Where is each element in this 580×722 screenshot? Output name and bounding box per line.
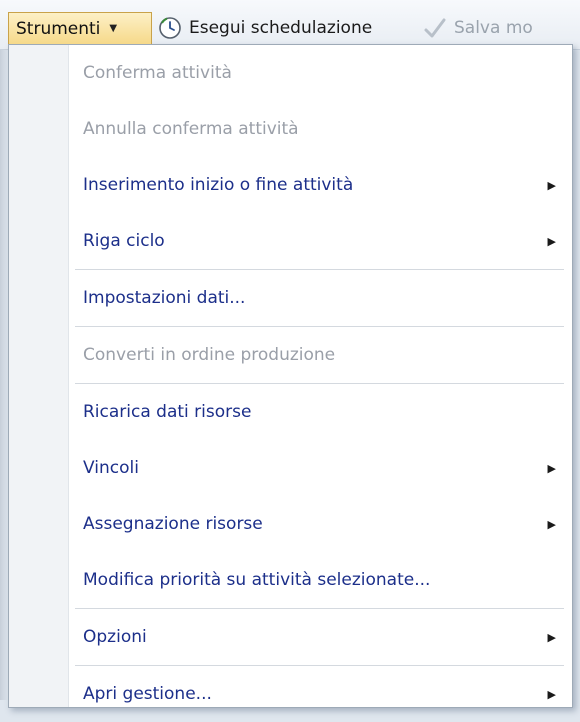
- submenu-arrow-icon: ▶: [547, 234, 556, 248]
- submenu-arrow-icon: ▶: [547, 461, 556, 475]
- menu-item-label: Inserimento inizio o fine attività: [83, 175, 354, 195]
- menu-item-opzioni[interactable]: Opzioni ▶: [9, 609, 572, 665]
- run-schedule-button[interactable]: Esegui schedulazione: [158, 12, 372, 44]
- menu-item-label: Ricarica dati risorse: [83, 402, 252, 422]
- menu-item-label: Conferma attività: [83, 63, 232, 83]
- menu-item-apri-gestione[interactable]: Apri gestione... ▶: [9, 666, 572, 722]
- menu-item-inserimento-inizio-fine[interactable]: Inserimento inizio o fine attività ▶: [9, 157, 572, 213]
- run-schedule-label: Esegui schedulazione: [189, 18, 373, 38]
- dropdown-arrow-icon: ▼: [109, 23, 118, 34]
- clock-icon: [158, 16, 182, 40]
- menu-item-label: Vincoli: [83, 458, 139, 478]
- menu-item-label: Modifica priorità su attività selezionat…: [83, 570, 431, 590]
- save-button[interactable]: Salva mo: [423, 12, 533, 44]
- menu-item-converti-ordine-produzione: Converti in ordine produzione: [9, 327, 572, 383]
- menu-item-label: Annulla conferma attività: [83, 119, 299, 139]
- strumenti-dropdown-menu: Conferma attività Annulla conferma attiv…: [8, 44, 573, 708]
- menu-item-impostazioni-dati[interactable]: Impostazioni dati...: [9, 270, 572, 326]
- menu-item-label: Opzioni: [83, 627, 147, 647]
- strumenti-menu-label: Strumenti: [16, 18, 101, 39]
- menu-item-label: Assegnazione risorse: [83, 514, 263, 534]
- menu-item-conferma-attivita: Conferma attività: [9, 45, 572, 101]
- submenu-arrow-icon: ▶: [547, 630, 556, 644]
- menu-item-label: Apri gestione...: [83, 684, 212, 704]
- window-edge: [0, 50, 8, 700]
- checkmark-icon: [423, 16, 447, 40]
- submenu-arrow-icon: ▶: [547, 517, 556, 531]
- menu-item-ricarica-dati-risorse[interactable]: Ricarica dati risorse: [9, 384, 572, 440]
- menu-item-label: Riga ciclo: [83, 231, 165, 251]
- menu-list: Conferma attività Annulla conferma attiv…: [9, 45, 572, 722]
- submenu-arrow-icon: ▶: [547, 178, 556, 192]
- menu-item-label: Converti in ordine produzione: [83, 345, 336, 365]
- submenu-arrow-icon: ▶: [547, 687, 556, 701]
- menu-item-label: Impostazioni dati...: [83, 288, 246, 308]
- menu-item-vincoli[interactable]: Vincoli ▶: [9, 440, 572, 496]
- menu-item-riga-ciclo[interactable]: Riga ciclo ▶: [9, 213, 572, 269]
- menu-item-annulla-conferma-attivita: Annulla conferma attività: [9, 101, 572, 157]
- menu-item-modifica-priorita[interactable]: Modifica priorità su attività selezionat…: [9, 552, 572, 608]
- menu-item-assegnazione-risorse[interactable]: Assegnazione risorse ▶: [9, 496, 572, 552]
- save-label: Salva mo: [454, 18, 533, 38]
- strumenti-menu-button[interactable]: Strumenti ▼: [8, 12, 152, 44]
- toolbar: Strumenti ▼ Esegui schedulazione Salva m…: [0, 0, 580, 50]
